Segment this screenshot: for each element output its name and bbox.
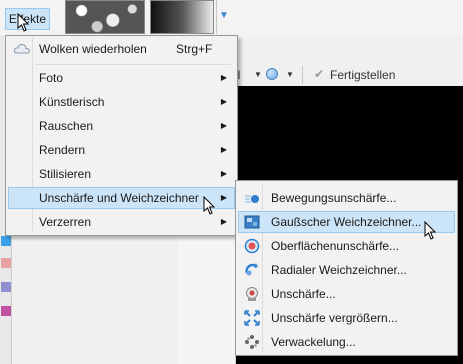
menu-item-artistic[interactable]: Künstlerisch ▶ <box>8 91 235 113</box>
eraser-icon[interactable] <box>1 258 11 268</box>
submenu-item-label: Radialer Weichzeichner... <box>271 263 407 277</box>
submenu-item-gaussian-blur[interactable]: Gaußscher Weichzeichner... <box>238 211 455 233</box>
submenu-item-label: Unschärfe... <box>271 287 336 301</box>
submenu-arrow-icon: ▶ <box>220 193 227 202</box>
menu-item-distort[interactable]: Verzerren ▶ <box>8 211 235 233</box>
menu-item-label: Foto <box>39 71 64 85</box>
submenu-arrow-icon: ▶ <box>220 73 227 82</box>
submenu-arrow-icon: ▶ <box>220 97 227 106</box>
checkmark-icon: ✔ <box>314 67 325 81</box>
motion-blur-icon <box>245 195 259 203</box>
brush-icon[interactable] <box>1 306 11 316</box>
menu-item-label: Stilisieren <box>39 167 92 181</box>
submenu-item-radial-blur[interactable]: Radialer Weichzeichner... <box>238 259 455 281</box>
submenu-item-label: Unschärfe vergrößern... <box>271 311 398 325</box>
menu-item-blurs[interactable]: Unschärfe und Weichzeichner ▶ <box>8 187 235 209</box>
submenu-arrow-icon: ▶ <box>220 121 227 130</box>
menu-item-label: Wolken wiederholen <box>39 42 147 56</box>
submenu-arrow-icon: ▶ <box>220 145 227 154</box>
top-toolbar: Effekte ▼ <box>0 0 463 36</box>
menu-item-repeat-clouds[interactable]: Wolken wiederholen Strg+F <box>8 38 235 60</box>
shortcut-label: Strg+F <box>176 42 213 56</box>
chevron-down-icon[interactable]: ▼ <box>286 70 294 79</box>
menu-item-photo[interactable]: Foto ▶ <box>8 67 235 89</box>
mouse-cursor-icon <box>424 221 437 240</box>
chevron-down-icon[interactable]: ▼ <box>254 70 262 79</box>
image-thumbnail-2[interactable] <box>150 0 214 34</box>
menu-item-render[interactable]: Rendern ▶ <box>8 139 235 161</box>
submenu-item-surface-blur[interactable]: Oberflächenunschärfe... <box>238 235 455 257</box>
menu-item-label: Rendern <box>39 143 86 157</box>
gaussian-blur-icon <box>244 215 260 229</box>
mouse-cursor-icon <box>203 196 216 215</box>
submenu-item-unfocus[interactable]: Unschärfe... <box>238 283 455 305</box>
submenu-item-label: Gaußscher Weichzeichner... <box>271 215 422 229</box>
image-thumbnail[interactable] <box>65 0 145 34</box>
submenu-item-label: Verwackelung... <box>271 335 356 349</box>
divider <box>302 66 303 84</box>
dropdown-arrow-icon[interactable]: ▼ <box>219 11 229 21</box>
submenu-arrow-icon: ▶ <box>220 217 227 226</box>
submenu-item-fragment[interactable]: Verwackelung... <box>238 331 455 353</box>
menu-item-label: Künstlerisch <box>39 95 105 109</box>
menu-separator <box>36 64 231 65</box>
surface-blur-icon <box>244 238 260 254</box>
menu-item-label: Verzerren <box>39 215 92 229</box>
submenu-arrow-icon: ▶ <box>220 169 227 178</box>
menu-item-stylize[interactable]: Stilisieren ▶ <box>8 163 235 185</box>
unfocus-icon <box>246 287 258 301</box>
blurs-submenu: Bewegungsunschärfe... Gaußscher Weichzei… <box>235 180 458 356</box>
globe-icon[interactable] <box>266 68 278 80</box>
zoom-blur-icon <box>244 310 260 326</box>
submenu-item-label: Oberflächenunschärfe... <box>271 239 400 253</box>
submenu-item-zoom-blur[interactable]: Unschärfe vergrößern... <box>238 307 455 329</box>
pencil-icon[interactable] <box>1 282 11 292</box>
mouse-cursor-icon <box>17 13 30 32</box>
cloud-icon <box>14 43 30 54</box>
fragment-icon <box>245 335 259 349</box>
tool-icon[interactable] <box>1 236 11 246</box>
finish-button[interactable]: Fertigstellen <box>330 68 395 82</box>
radial-blur-icon <box>245 263 258 276</box>
divider <box>216 0 217 34</box>
menu-item-noise[interactable]: Rauschen ▶ <box>8 115 235 137</box>
submenu-item-label: Bewegungsunschärfe... <box>271 191 397 205</box>
menu-item-label: Rauschen <box>39 119 94 133</box>
submenu-item-motion-blur[interactable]: Bewegungsunschärfe... <box>238 187 455 209</box>
menu-item-label: Unschärfe und Weichzeichner <box>39 191 199 205</box>
